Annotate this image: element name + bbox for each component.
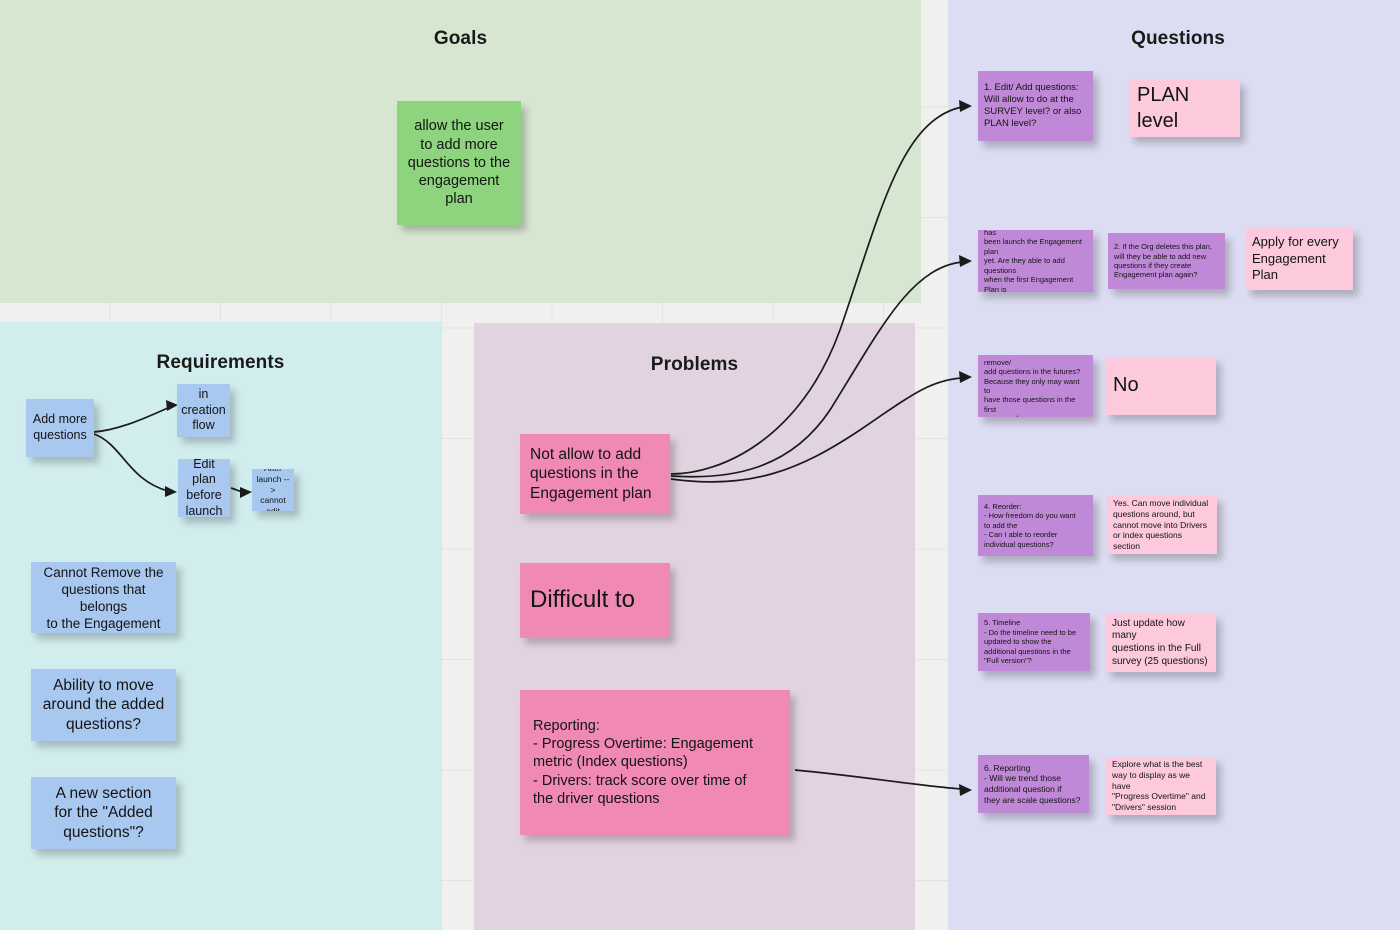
note-question-1-edit-add-questions[interactable]: 1. Edit/ Add questions: Will allow to do… xyxy=(978,71,1093,141)
note-question-2a-old-orgs[interactable]: 2. How about the old orgs that has been … xyxy=(978,230,1093,292)
note-req-after-launch-cannot-edit[interactable]: After launch --> cannot edit xyxy=(252,469,294,511)
panel-problems-title: Problems xyxy=(650,354,739,375)
panel-questions-title: Questions xyxy=(1131,28,1225,49)
note-question-4-reorder[interactable]: 4. Reorder: - How freedom do you want to… xyxy=(978,495,1093,556)
note-answer-6-explore-display[interactable]: Explore what is the best way to display … xyxy=(1106,757,1216,815)
whiteboard-canvas: Goals Requirements Problems Questions al… xyxy=(0,0,1400,930)
panel-requirements-title: Requirements xyxy=(156,352,285,373)
note-req-add-more-questions[interactable]: Add more questions xyxy=(26,399,94,457)
note-goal-allow-user[interactable]: allow the user to add more questions to … xyxy=(397,101,521,225)
note-problem-not-allow-add-questions[interactable]: Not allow to add questions in the Engage… xyxy=(520,434,670,514)
note-answer-3-no[interactable]: No xyxy=(1105,357,1216,415)
note-req-new-section[interactable]: A new section for the "Added questions"? xyxy=(31,777,176,849)
note-req-in-creation-flow[interactable]: in creation flow xyxy=(177,384,230,437)
note-question-2b-org-deletes-plan[interactable]: 2. If the Org deletes this plan, will th… xyxy=(1108,233,1225,289)
note-question-5-timeline[interactable]: 5. Timeline - Do the timeline need to be… xyxy=(978,613,1090,671)
note-req-ability-to-move[interactable]: Ability to move around the added questio… xyxy=(31,669,176,741)
note-req-cannot-remove[interactable]: Cannot Remove the questions that belongs… xyxy=(31,562,176,633)
note-problem-reporting[interactable]: Reporting: - Progress Overtime: Engageme… xyxy=(520,690,790,835)
note-answer-2-apply-every-plan[interactable]: Apply for every Engagement Plan xyxy=(1246,228,1353,290)
panel-goals-title: Goals xyxy=(433,28,488,49)
note-answer-1-plan-level[interactable]: PLAN level xyxy=(1129,80,1240,137)
note-problem-difficult-to[interactable]: Difficult to xyxy=(520,563,670,638)
note-question-3-remove-add-future[interactable]: 3. Do we allow them to remove/ add quest… xyxy=(978,355,1093,417)
note-answer-4-move-individual[interactable]: Yes. Can move individual questions aroun… xyxy=(1107,496,1217,554)
note-req-edit-plan-before-launch[interactable]: Edit plan before launch xyxy=(178,459,230,517)
note-answer-5-update-count[interactable]: Just update how many questions in the Fu… xyxy=(1106,614,1216,672)
note-question-6-reporting[interactable]: 6. Reporting - Will we trend those addit… xyxy=(978,755,1089,813)
